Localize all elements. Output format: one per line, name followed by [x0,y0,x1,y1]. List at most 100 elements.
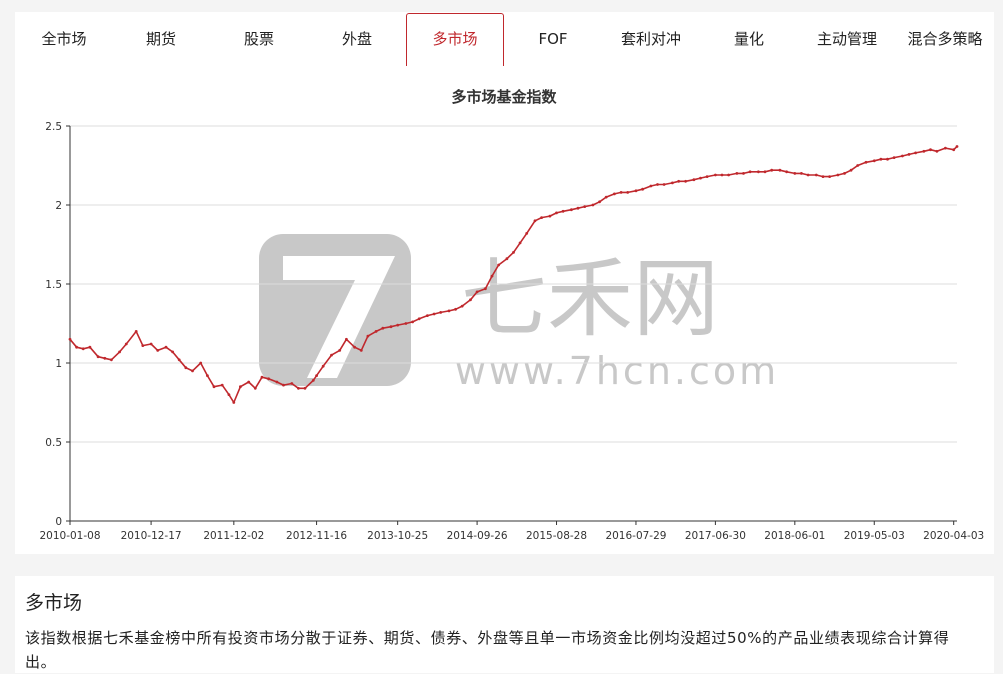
data-point [96,355,100,359]
data-point [662,183,666,186]
index-chart-panel: 多市场基金指数 七禾网 www.7hcn.com 0 0.5 1 1.5 2 2.5 201… [15,66,994,554]
data-point [227,393,231,396]
tab-futures[interactable]: 期货 [112,12,210,66]
data-point [598,200,601,204]
y-tick-label: 0 [55,516,62,528]
data-point [134,330,138,333]
data-point [374,330,378,333]
data-point [641,187,644,191]
data-point [540,216,543,220]
tab-active-management[interactable]: 主动管理 [798,12,896,66]
data-point [141,344,145,347]
data-point [856,164,860,167]
data-point [439,311,443,314]
data-point [103,356,107,360]
data-point [619,191,623,194]
data-point [156,349,160,352]
data-point [684,179,687,183]
data-point [656,183,659,186]
data-point [220,383,224,387]
data-point [460,304,464,308]
data-point [727,173,730,177]
data-point [892,156,896,159]
data-point [290,382,294,385]
data-point [714,173,717,177]
data-point [381,326,385,330]
data-point [253,386,257,390]
watermark-url: www.7hcn.com [455,349,779,393]
data-point [212,385,216,389]
data-point [206,374,209,377]
data-point [570,208,573,212]
data-point [330,353,333,357]
data-point [396,323,400,327]
x-tick-label: 2016-07-29 [605,530,666,542]
tab-mixed-strategy[interactable]: 混合多策略 [896,12,994,66]
x-tick-label: 2012-11-16 [286,530,347,542]
x-tick-label: 2010-01-08 [39,530,100,542]
y-tick-label: 1.5 [45,279,62,291]
x-tick-label: 2017-06-30 [685,530,746,542]
data-point [671,181,674,185]
data-point [944,146,947,150]
data-point [366,334,370,338]
tab-all-market[interactable]: 全市场 [15,12,113,66]
market-tab-bar: 全市场 期货 股票 外盘 多市场 FOF 套利对冲 量化 主动管理 混合多策略 [15,12,994,67]
data-point [843,172,846,175]
x-tick-label: 2014-09-26 [447,530,508,542]
data-point [505,257,509,261]
data-point [404,322,408,325]
data-point [929,148,932,152]
data-point [311,379,315,382]
data-point [177,358,181,362]
x-tick-label: 2015-08-28 [526,530,587,542]
data-point [191,369,194,373]
data-point [821,175,825,178]
data-point [548,214,552,218]
data-point [275,380,279,384]
data-point [626,191,630,194]
data-point [184,366,188,370]
tab-fof[interactable]: FOF [504,12,602,66]
data-point [785,170,788,174]
data-point [613,192,616,196]
x-tick-label: 2019-05-03 [844,530,905,542]
data-point [836,173,840,177]
data-point [705,175,709,178]
data-point [872,159,876,163]
description-title: 多市场 [25,592,83,614]
data-point [770,168,774,172]
x-tick-label: 2018-06-01 [764,530,825,542]
tab-quant[interactable]: 量化 [700,12,798,66]
tab-stocks[interactable]: 股票 [210,12,308,66]
data-point [814,173,818,177]
data-point [591,203,595,207]
data-point [742,172,745,175]
tab-multi-market[interactable]: 多市场 [406,13,504,66]
data-point [864,160,868,164]
data-point [247,380,251,384]
data-point [497,263,500,267]
data-point [952,148,956,152]
data-point [922,149,926,153]
data-point [901,154,904,158]
grid-lines [70,125,957,443]
data-point [124,342,128,346]
data-point [297,386,300,390]
x-tick-label: 2020-04-03 [923,530,984,542]
data-point [75,345,78,349]
data-point [345,337,348,341]
data-point [800,172,803,175]
data-point [321,364,325,368]
data-point [583,205,587,209]
watermark: 七禾网 www.7hcn.com [259,234,779,393]
data-point [81,347,85,351]
data-point [359,349,363,352]
tab-arbitrage-hedge[interactable]: 套利对冲 [602,12,700,66]
data-point [634,189,638,193]
tab-overseas[interactable]: 外盘 [308,12,406,66]
data-point [484,287,487,291]
data-point [525,232,529,235]
data-point [955,145,959,148]
data-point [88,345,92,349]
